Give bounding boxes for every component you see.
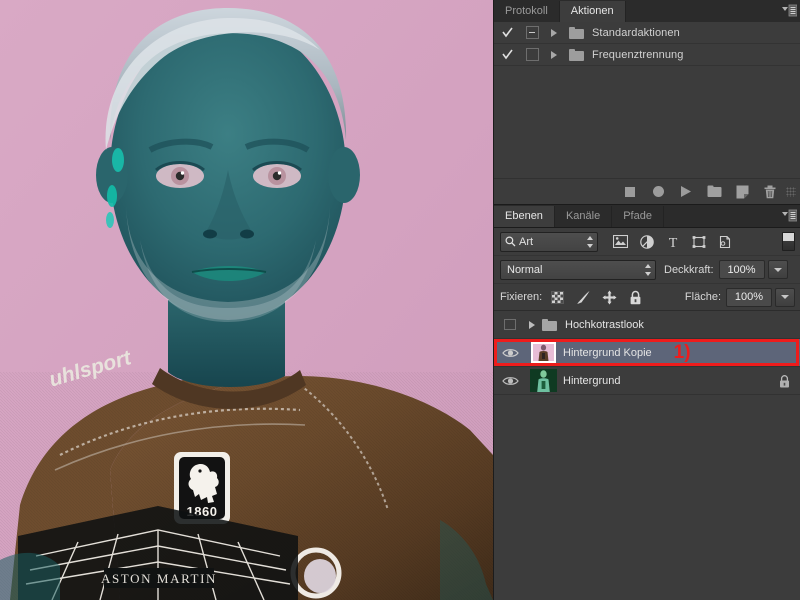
layer-row-hochkotrastlook[interactable]: Hochkotrastlook bbox=[494, 311, 800, 339]
record-icon[interactable] bbox=[644, 180, 672, 204]
action-set-folder-icon-1 bbox=[564, 48, 588, 61]
opacity-input[interactable]: 100% bbox=[718, 260, 765, 279]
filter-stepper-arrows[interactable] bbox=[586, 235, 593, 248]
tab-kanaele-label: Kanäle bbox=[565, 210, 601, 222]
action-modal-control-0[interactable] bbox=[520, 26, 544, 39]
blend-mode-value: Normal bbox=[507, 263, 543, 276]
svg-text:ASTON MARTIN: ASTON MARTIN bbox=[101, 571, 217, 586]
layer-name-1: Hintergrund Kopie bbox=[563, 346, 652, 359]
layer-filter-row: Art T bbox=[494, 228, 800, 256]
layers-panel: Ebenen Kanäle Pfade Art T Normal Deckkra… bbox=[494, 204, 800, 600]
layer-visibility-toggle-0[interactable] bbox=[494, 319, 526, 330]
action-row-standardaktionen[interactable]: Standardaktionen bbox=[494, 22, 800, 44]
actions-list[interactable]: Standardaktionen Frequenztrennung bbox=[494, 22, 800, 178]
tab-pfade[interactable]: Pfade bbox=[612, 206, 664, 227]
checkmark-icon bbox=[501, 49, 513, 60]
image-canvas[interactable]: uhlsport 1860 ASTON MARTIN bbox=[0, 0, 493, 600]
layer-filter-toggle-switch[interactable] bbox=[782, 232, 795, 251]
blend-mode-row: Normal Deckkraft: 100% bbox=[494, 256, 800, 284]
shape-layer-filter-icon[interactable] bbox=[690, 233, 707, 250]
action-expand-arrow-1[interactable] bbox=[544, 50, 564, 59]
tab-aktionen[interactable]: Aktionen bbox=[559, 1, 626, 22]
action-set-name-0: Standardaktionen bbox=[592, 26, 680, 39]
trash-icon[interactable] bbox=[756, 180, 784, 204]
action-toggle-checkbox-1[interactable] bbox=[494, 49, 520, 60]
action-set-folder-icon-0 bbox=[564, 26, 588, 39]
new-action-page-icon[interactable] bbox=[728, 180, 756, 204]
tab-pfade-label: Pfade bbox=[623, 210, 652, 222]
actions-panel-menu-icon[interactable] bbox=[781, 4, 798, 17]
layer-visibility-toggle-1[interactable] bbox=[494, 347, 526, 359]
eye-icon bbox=[501, 376, 519, 385]
annotation-step-label: 1) bbox=[673, 341, 691, 363]
fill-label: Fläche: bbox=[684, 291, 721, 303]
layer-name-0: Hochkotrastlook bbox=[565, 318, 644, 331]
svg-text:T: T bbox=[668, 236, 677, 249]
fill-input[interactable]: 100% bbox=[726, 287, 772, 307]
lock-transparent-pixels-icon[interactable] bbox=[550, 290, 565, 305]
action-toggle-checkbox-0[interactable] bbox=[494, 27, 520, 38]
opacity-dropdown-arrow[interactable] bbox=[767, 260, 788, 279]
checkmark-icon bbox=[501, 27, 513, 38]
actions-tabbar: Protokoll Aktionen bbox=[494, 0, 800, 23]
layer-row-hintergrund-kopie[interactable]: Hintergrund Kopie 1) bbox=[494, 339, 800, 367]
layers-panel-menu-icon[interactable] bbox=[781, 209, 798, 222]
lock-position-icon[interactable] bbox=[602, 290, 617, 305]
layer-visibility-toggle-2[interactable] bbox=[494, 375, 526, 387]
lock-all-icon[interactable] bbox=[628, 290, 643, 305]
lock-icons bbox=[550, 290, 643, 305]
opacity-label: Deckkraft: bbox=[664, 263, 714, 276]
action-row-frequenztrennung[interactable]: Frequenztrennung bbox=[494, 44, 800, 66]
photoshop-window: uhlsport 1860 ASTON MARTIN Protokoll Akt… bbox=[0, 0, 800, 600]
action-modal-control-1[interactable] bbox=[520, 48, 544, 61]
eye-icon-hidden bbox=[504, 319, 516, 330]
layer-row-hintergrund[interactable]: Hintergrund bbox=[494, 367, 800, 395]
layer-locked-icon bbox=[778, 374, 791, 388]
fill-dropdown-arrow[interactable] bbox=[775, 287, 795, 307]
tab-kanaele[interactable]: Kanäle bbox=[554, 206, 613, 227]
tab-aktionen-label: Aktionen bbox=[570, 5, 614, 17]
group-expand-arrow[interactable] bbox=[529, 320, 535, 329]
magnifier-icon bbox=[505, 236, 516, 247]
layers-tabbar: Ebenen Kanäle Pfade bbox=[494, 204, 800, 228]
layer-list[interactable]: Hochkotrastlook Hintergrund Kopie 1) Hin… bbox=[494, 311, 800, 600]
tab-ebenen[interactable]: Ebenen bbox=[494, 206, 555, 227]
new-set-folder-icon[interactable] bbox=[700, 180, 728, 204]
eye-icon bbox=[501, 348, 519, 357]
type-layer-filter-icon[interactable]: T bbox=[664, 233, 681, 250]
layer-thumbnail-container-1[interactable] bbox=[526, 342, 560, 363]
tab-protokoll-label: Protokoll bbox=[505, 5, 548, 17]
action-expand-arrow-0[interactable] bbox=[544, 28, 564, 37]
play-icon[interactable] bbox=[672, 180, 700, 204]
portrait-photo: uhlsport 1860 ASTON MARTIN bbox=[0, 0, 493, 600]
actions-toolbar bbox=[494, 178, 800, 204]
layer-thumbnail-2 bbox=[529, 369, 557, 392]
panel-dock: Protokoll Aktionen Standardaktionen Freq… bbox=[493, 0, 800, 600]
blend-mode-select[interactable]: Normal bbox=[500, 259, 656, 280]
panel-resize-grip[interactable] bbox=[786, 186, 796, 197]
lock-image-pixels-icon[interactable] bbox=[576, 290, 591, 305]
adjustment-layer-filter-icon[interactable] bbox=[638, 233, 655, 250]
layer-filter-value: Art bbox=[519, 235, 534, 248]
blend-stepper-arrows[interactable] bbox=[644, 263, 651, 276]
group-folder-icon bbox=[542, 318, 557, 331]
action-set-name-1: Frequenztrennung bbox=[592, 48, 684, 61]
tab-protokoll[interactable]: Protokoll bbox=[494, 1, 560, 22]
actions-panel: Protokoll Aktionen Standardaktionen Freq… bbox=[494, 0, 800, 204]
smart-object-filter-icon[interactable] bbox=[716, 233, 733, 250]
layer-thumbnail-1 bbox=[530, 342, 556, 363]
layer-thumbnail-container-2[interactable] bbox=[526, 369, 560, 392]
stop-icon[interactable] bbox=[616, 180, 644, 204]
layer-filter-kind-select[interactable]: Art bbox=[500, 231, 598, 252]
pixel-layer-filter-icon[interactable] bbox=[612, 233, 629, 250]
layer-filter-icons: T bbox=[612, 233, 733, 250]
lock-label: Fixieren: bbox=[500, 291, 543, 303]
tab-ebenen-label: Ebenen bbox=[505, 210, 543, 222]
lock-row: Fixieren: Fläche: 100% bbox=[494, 284, 800, 311]
layer-name-2: Hintergrund bbox=[563, 374, 621, 387]
